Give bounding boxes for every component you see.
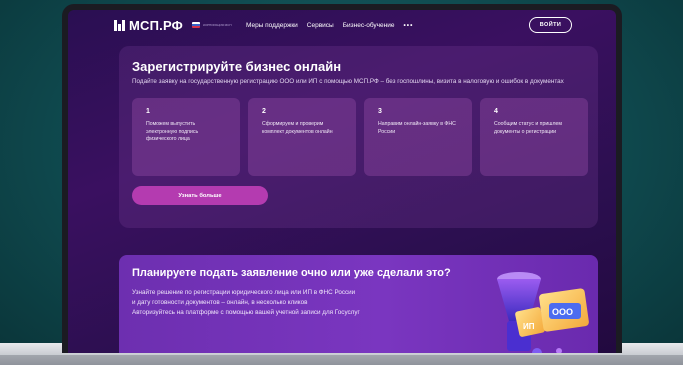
registration-subtitle: Подайте заявку на государственную регист…	[132, 78, 564, 85]
site-logo[interactable]: МСП.РФ	[114, 18, 183, 33]
website-screen: МСП.РФ КОРПОРАЦИЯ МСП Меры поддержки Сер…	[68, 10, 616, 353]
promo-line: и дату готовности документов – онлайн, в…	[132, 299, 308, 306]
steps-list: 1 Поможем выпустить электронную подпись …	[132, 98, 588, 176]
step-number: 4	[494, 108, 498, 115]
logo-bars-icon	[114, 19, 126, 31]
step-text: Поможем выпустить электронную подпись фи…	[146, 121, 199, 143]
flag-icon	[191, 22, 200, 28]
decor-circle-icon	[532, 348, 542, 353]
promo-line: Узнайте решение по регистрации юридическ…	[132, 289, 356, 296]
ip-badge-text: ИП	[523, 322, 535, 331]
corporation-logo-text: КОРПОРАЦИЯ МСП	[202, 22, 232, 27]
registration-title: Зарегистрируйте бизнес онлайн	[132, 59, 342, 74]
laptop-bezel: МСП.РФ КОРПОРАЦИЯ МСП Меры поддержки Сер…	[62, 4, 622, 353]
promo-line: Авторизуйтесь на платформе с помощью ваш…	[132, 309, 360, 316]
step-number: 2	[262, 108, 266, 115]
main-nav: Меры поддержки Сервисы Бизнес-обучение •…	[246, 22, 413, 29]
promo-title: Планируете подать заявление очно или уже…	[132, 267, 451, 279]
step-card-3: 3 Направим онлайн-заявку в ФНС России	[364, 98, 472, 176]
login-button[interactable]: ВОЙТИ	[529, 17, 572, 33]
more-menu-icon[interactable]: •••	[404, 22, 414, 29]
step-number: 1	[146, 108, 150, 115]
registration-card: Зарегистрируйте бизнес онлайн Подайте за…	[119, 46, 598, 228]
nav-item-support[interactable]: Меры поддержки	[246, 22, 298, 29]
step-text: Направим онлайн-заявку в ФНС России	[378, 121, 456, 135]
step-card-2: 2 Сформируем и проверим комплект докумен…	[248, 98, 356, 176]
learn-more-button[interactable]: Узнать больше	[132, 186, 268, 205]
promo-banner: Планируете подать заявление очно или уже…	[119, 255, 598, 353]
site-header: МСП.РФ КОРПОРАЦИЯ МСП Меры поддержки Сер…	[68, 10, 616, 40]
logo-text: МСП.РФ	[129, 17, 183, 33]
step-card-1: 1 Поможем выпустить электронную подпись …	[132, 98, 240, 176]
corporation-logo[interactable]: КОРПОРАЦИЯ МСП	[191, 22, 236, 28]
promo-text: Узнайте решение по регистрации юридическ…	[132, 288, 462, 318]
nav-item-services[interactable]: Сервисы	[307, 22, 334, 29]
step-number: 3	[378, 108, 382, 115]
step-text: Сообщим статус и пришлем документы о рег…	[494, 121, 562, 135]
step-card-4: 4 Сообщим статус и пришлем документы о р…	[480, 98, 588, 176]
documents-funnel-illustration: ИП ООО	[497, 272, 589, 353]
nav-item-training[interactable]: Бизнес-обучение	[343, 22, 395, 29]
step-text: Сформируем и проверим комплект документо…	[262, 121, 333, 135]
decor-circle-icon	[556, 348, 562, 353]
ooo-badge-text: ООО	[552, 307, 573, 317]
